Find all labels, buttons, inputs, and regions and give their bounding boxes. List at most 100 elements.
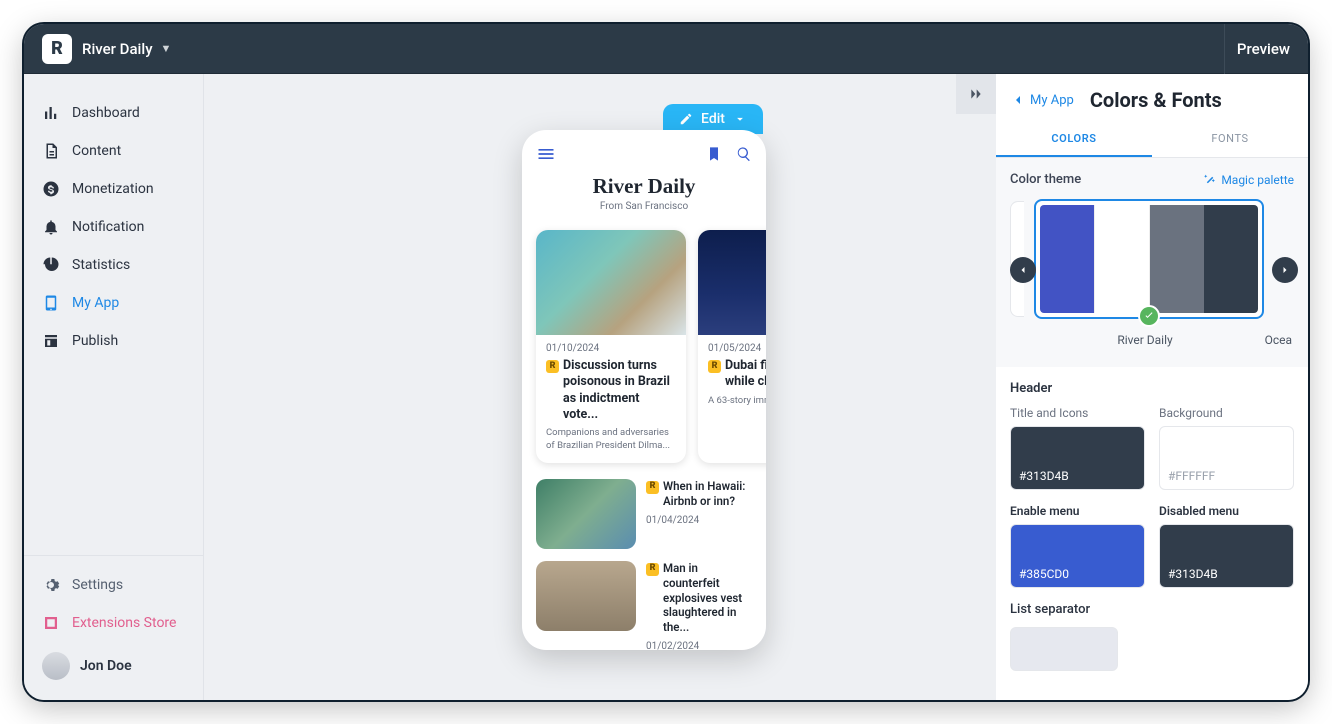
article-description: A 63-story immersed ... [708, 395, 766, 408]
bar-chart-icon [42, 104, 60, 122]
gear-icon [42, 576, 60, 594]
sidebar-item-label: Notification [72, 219, 144, 235]
list-separator-label: List separator [1010, 602, 1294, 617]
color-value-label: #313D4B [1168, 567, 1218, 581]
swatch-background [1094, 205, 1150, 313]
back-link[interactable]: My App [1010, 92, 1074, 108]
article-date: 01/10/2024 [546, 343, 676, 354]
sidebar-item-content[interactable]: Content [24, 132, 203, 170]
document-icon [42, 142, 60, 160]
sidebar-item-label: Monetization [72, 181, 154, 197]
sidebar-item-publish[interactable]: Publish [24, 322, 203, 360]
article-date: 01/05/2024 [708, 343, 766, 354]
background-label: Background [1159, 406, 1294, 420]
carousel-prev-button[interactable] [1010, 257, 1036, 283]
app-switcher[interactable]: River Daily ▼ [82, 40, 171, 58]
disabled-menu-label: Disabled menu [1159, 504, 1294, 518]
article-image [698, 230, 766, 335]
preview-button[interactable]: Preview [1224, 24, 1302, 74]
extensions-icon [42, 614, 60, 632]
background-color-picker[interactable]: #FFFFFF [1159, 426, 1294, 490]
color-value-label: #385CD0 [1019, 567, 1069, 581]
article-title: Discussion turns poisonous in Brazil as … [563, 358, 676, 423]
article-card[interactable]: 01/05/2024 R Dubai firecrack while clo...… [698, 230, 766, 463]
article-image [536, 230, 686, 335]
source-badge: R [708, 360, 721, 373]
header-section-title: Header [1010, 381, 1294, 396]
app-name-label: River Daily [82, 40, 153, 58]
sidebar-item-label: My App [72, 295, 119, 311]
panel-title: Colors & Fonts [1090, 88, 1222, 112]
sidebar: Dashboard Content Monetization Notificat… [24, 74, 204, 700]
enable-menu-label: Enable menu [1010, 504, 1145, 518]
title-icons-color-picker[interactable]: #313D4B [1010, 426, 1145, 490]
article-title: When in Hawaii: Airbnb or inn? [663, 479, 752, 509]
smartphone-icon [42, 294, 60, 312]
phone-preview: River Daily From San Francisco 01/10/202… [522, 130, 766, 650]
settings-label: Settings [72, 577, 123, 593]
swatch-dark [1204, 205, 1258, 313]
dollar-icon [42, 180, 60, 198]
pencil-icon [679, 112, 693, 126]
sidebar-item-dashboard[interactable]: Dashboard [24, 94, 203, 132]
article-thumbnail [536, 479, 636, 549]
carousel-next-button[interactable] [1272, 257, 1298, 283]
magic-palette-button[interactable]: Magic palette [1203, 173, 1294, 187]
phone-subtitle: From San Francisco [532, 201, 756, 212]
phone-title: River Daily [532, 174, 756, 199]
article-list-item[interactable]: RWhen in Hawaii: Airbnb or inn? 01/04/20… [522, 473, 766, 555]
sidebar-item-notification[interactable]: Notification [24, 208, 203, 246]
brand-logo: R [42, 34, 72, 64]
theme-card-selected[interactable] [1034, 199, 1264, 319]
article-date: 01/04/2024 [646, 515, 752, 526]
color-theme-label: Color theme [1010, 172, 1081, 187]
sidebar-item-myapp[interactable]: My App [24, 284, 203, 322]
color-value-label: #313D4B [1019, 469, 1069, 483]
color-value-label: #FFFFFF [1168, 469, 1215, 483]
article-title: Man in counterfeit explosives vest slaug… [663, 561, 752, 636]
right-panel: My App Colors & Fonts COLORS FONTS Color… [996, 74, 1308, 700]
article-card[interactable]: 01/10/2024 R Discussion turns poisonous i… [536, 230, 686, 463]
avatar [42, 652, 70, 680]
source-badge: R [646, 563, 659, 576]
swatch-grey [1150, 205, 1204, 313]
sidebar-item-label: Dashboard [72, 105, 140, 121]
sidebar-item-statistics[interactable]: Statistics [24, 246, 203, 284]
source-badge: R [546, 360, 559, 373]
chevron-double-right-icon [968, 86, 984, 102]
collapse-panel-button[interactable] [956, 74, 996, 114]
article-description: Companions and adversaries of Brazilian … [546, 427, 676, 453]
settings-link[interactable]: Settings [24, 566, 203, 604]
sidebar-item-label: Content [72, 143, 121, 159]
chevron-left-icon [1010, 92, 1026, 108]
search-icon[interactable] [736, 146, 752, 166]
theme-name-label: River Daily [1026, 333, 1264, 347]
magic-palette-label: Magic palette [1221, 173, 1294, 187]
topbar: R River Daily ▼ Preview [24, 24, 1308, 74]
chevron-down-icon [733, 112, 747, 126]
disabled-menu-color-picker[interactable]: #313D4B [1159, 524, 1294, 588]
sidebar-item-label: Publish [72, 333, 118, 349]
tab-fonts[interactable]: FONTS [1152, 122, 1308, 157]
extensions-label: Extensions Store [72, 615, 176, 631]
list-separator-color-picker[interactable] [1010, 627, 1118, 671]
bell-icon [42, 218, 60, 236]
preview-canvas: Edit River Daily From San Francisco [204, 74, 996, 700]
enable-menu-color-picker[interactable]: #385CD0 [1010, 524, 1145, 588]
hamburger-icon[interactable] [536, 144, 556, 168]
article-title: Dubai firecrack while clo... [725, 358, 766, 391]
store-icon [42, 332, 60, 350]
article-thumbnail [536, 561, 636, 631]
bookmark-icon[interactable] [706, 146, 722, 166]
chevron-down-icon: ▼ [161, 42, 172, 55]
extensions-store-link[interactable]: Extensions Store [24, 604, 203, 642]
sidebar-item-label: Statistics [72, 257, 130, 273]
pie-chart-icon [42, 256, 60, 274]
article-list-item[interactable]: R Man in counterfeit explosives vest slau… [522, 555, 766, 650]
sidebar-item-monetization[interactable]: Monetization [24, 170, 203, 208]
title-icons-label: Title and Icons [1010, 406, 1145, 420]
user-menu[interactable]: Jon Doe [24, 642, 203, 690]
theme-name-peek: Ocea [1264, 333, 1292, 347]
tab-colors[interactable]: COLORS [996, 122, 1152, 157]
edit-label: Edit [701, 111, 725, 127]
